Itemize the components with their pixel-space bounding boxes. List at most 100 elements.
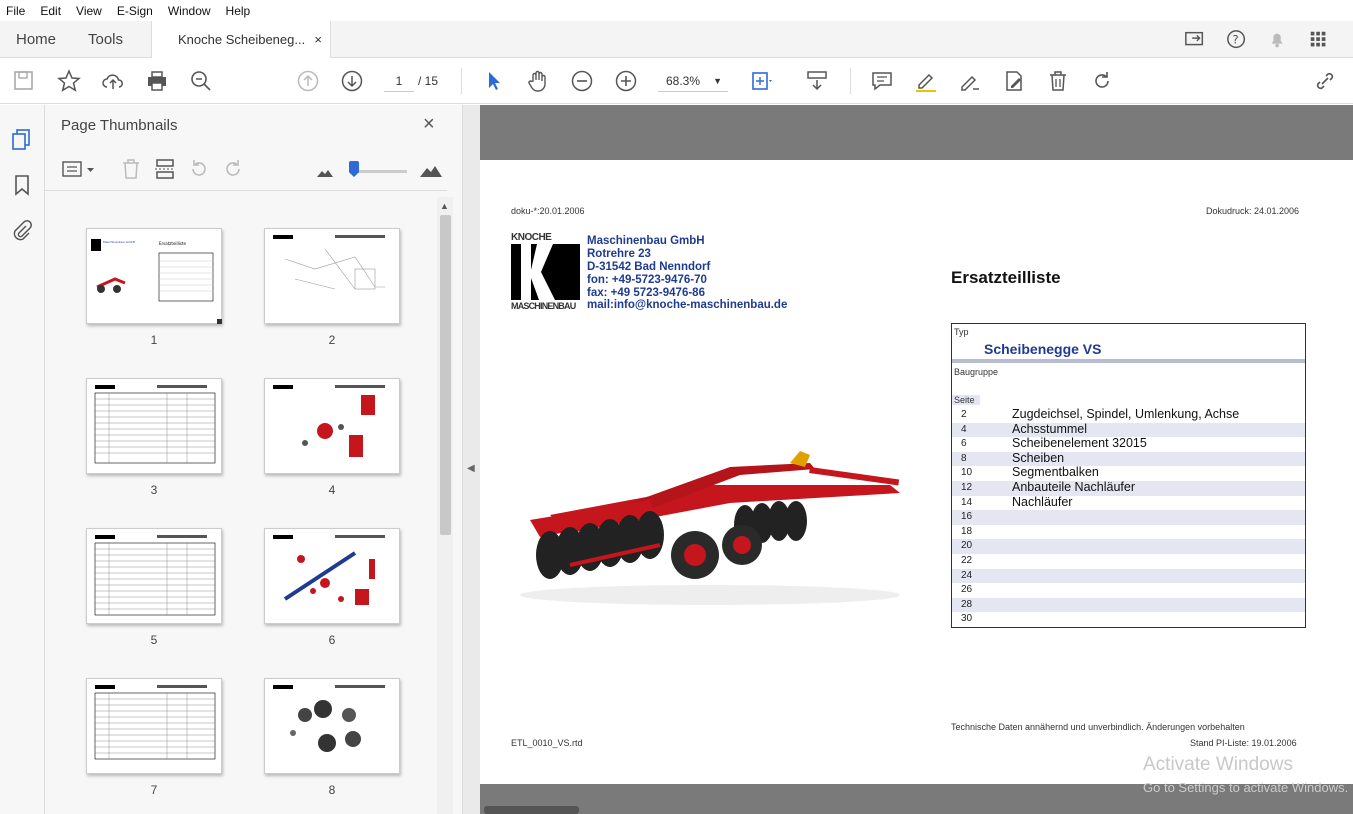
title-rule bbox=[952, 359, 1305, 363]
save-icon[interactable] bbox=[12, 69, 36, 93]
page-thumbnail[interactable] bbox=[86, 528, 222, 624]
table-row: 12 Anbauteile Nachläufer bbox=[952, 480, 1305, 496]
menu-edit[interactable]: Edit bbox=[40, 4, 61, 18]
table-row: 6 Scheibenelement 32015 bbox=[952, 436, 1305, 452]
slider-handle[interactable] bbox=[349, 161, 359, 177]
bookmarks-icon[interactable] bbox=[10, 173, 34, 197]
thumbnail-size-slider[interactable] bbox=[351, 170, 407, 173]
viewer-scrollbar[interactable] bbox=[484, 806, 579, 814]
enlarge-thumbnail-icon[interactable] bbox=[419, 157, 443, 181]
close-tab-icon[interactable]: × bbox=[314, 21, 322, 58]
row-page: 8 bbox=[961, 452, 967, 464]
scroll-up-icon[interactable]: ▲ bbox=[440, 201, 449, 211]
select-cursor-icon[interactable] bbox=[482, 69, 506, 93]
collapse-panel-icon[interactable]: ◀ bbox=[467, 463, 475, 474]
menu-view[interactable]: View bbox=[76, 4, 102, 18]
close-panel-icon[interactable]: × bbox=[423, 113, 435, 136]
extract-page-icon[interactable] bbox=[153, 157, 177, 181]
row-page: 14 bbox=[961, 496, 973, 508]
table-row: 18 bbox=[952, 525, 1305, 540]
page-thumbnail[interactable] bbox=[264, 228, 400, 324]
share-screen-icon[interactable] bbox=[1184, 29, 1206, 51]
thumbnail-label: 1 bbox=[150, 333, 158, 347]
scrollbar-thumb[interactable] bbox=[440, 215, 451, 535]
thumbnail-scrollbar[interactable]: ▲ bbox=[437, 197, 453, 814]
company-name: Maschinenbau GmbH bbox=[587, 235, 705, 247]
panel-title: Page Thumbnails bbox=[61, 117, 178, 134]
delete-page-icon[interactable] bbox=[119, 157, 143, 181]
zoom-in-icon[interactable] bbox=[614, 69, 638, 93]
thumbnail-list: Maschinenbau GmbH Ersatzteilliste 1 2 3 … bbox=[45, 197, 437, 814]
row-page: 30 bbox=[961, 613, 973, 625]
tab-document[interactable]: Knoche Scheibeneg... × bbox=[151, 21, 331, 59]
previous-page-icon[interactable] bbox=[296, 69, 320, 93]
company-mail[interactable]: mail:info@knoche-maschinenbau.de bbox=[587, 299, 787, 312]
fit-page-icon[interactable] bbox=[750, 69, 774, 93]
scroll-mode-icon[interactable] bbox=[805, 69, 829, 93]
page-thumbnail[interactable] bbox=[86, 678, 222, 774]
page-thumbnail[interactable] bbox=[264, 378, 400, 474]
typ-value: Scheibenegge VS bbox=[984, 341, 1102, 357]
zoom-level-select[interactable]: 68.3% ▼ bbox=[658, 70, 728, 92]
edit-pdf-icon[interactable] bbox=[1002, 69, 1026, 93]
rotate-icon[interactable] bbox=[1090, 69, 1114, 93]
table-row: 16 bbox=[952, 510, 1305, 525]
page-thumbnail[interactable] bbox=[86, 378, 222, 474]
menu-file[interactable]: File bbox=[6, 4, 25, 18]
tab-tools[interactable]: Tools bbox=[88, 21, 123, 58]
delete-trash-icon[interactable] bbox=[1046, 69, 1070, 93]
print-date: Dokudruck: 24.01.2006 bbox=[1206, 206, 1300, 216]
chevron-down-icon: ▼ bbox=[713, 76, 722, 86]
zoom-out-icon[interactable] bbox=[570, 69, 594, 93]
disc-harrow-image bbox=[510, 445, 922, 610]
row-name: Nachläufer bbox=[1012, 494, 1073, 509]
rotate-left-icon[interactable] bbox=[187, 157, 211, 181]
file-name: ETL_0010_VS.rtd bbox=[511, 738, 583, 748]
row-page: 2 bbox=[961, 409, 967, 420]
page-thumbnail[interactable]: Maschinenbau GmbH Ersatzteilliste bbox=[86, 228, 222, 324]
page-thumbnail[interactable] bbox=[264, 528, 400, 624]
attachments-paperclip-icon[interactable] bbox=[10, 219, 34, 243]
apps-grid-icon[interactable] bbox=[1308, 29, 1330, 51]
help-icon[interactable]: ? bbox=[1226, 29, 1248, 51]
tab-document-label: Knoche Scheibeneg... bbox=[178, 32, 306, 47]
comment-icon[interactable] bbox=[870, 69, 894, 93]
next-page-icon[interactable] bbox=[340, 69, 364, 93]
print-icon[interactable] bbox=[145, 69, 169, 93]
left-rail bbox=[0, 105, 45, 814]
menu-help[interactable]: Help bbox=[226, 4, 251, 18]
page-number-input[interactable]: 1 bbox=[384, 70, 414, 92]
panel-splitter[interactable]: ◀ bbox=[462, 105, 480, 814]
rotate-right-icon[interactable] bbox=[221, 157, 245, 181]
thumbnail-label: 6 bbox=[328, 633, 336, 647]
row-page: 28 bbox=[961, 598, 973, 610]
highlight-pen-icon[interactable] bbox=[914, 69, 938, 93]
hand-tool-icon[interactable] bbox=[526, 69, 550, 93]
table-row: 28 bbox=[952, 597, 1305, 613]
knoche-logo: KNOCHE MASCHINENBAU bbox=[511, 232, 580, 312]
menu-esign[interactable]: E-Sign bbox=[117, 4, 153, 18]
thumbnail-label: 4 bbox=[328, 483, 336, 497]
table-row: 4 Achsstummel bbox=[952, 422, 1305, 438]
table-row: 2 Zugdeichsel, Spindel, Umlenkung, Achse bbox=[952, 407, 1305, 423]
shrink-thumbnail-icon[interactable] bbox=[313, 157, 337, 181]
notification-bell-icon[interactable] bbox=[1267, 29, 1289, 51]
page-thumbnail[interactable] bbox=[264, 678, 400, 774]
tab-home[interactable]: Home bbox=[16, 21, 56, 58]
thumbnail-options-icon[interactable] bbox=[61, 157, 97, 181]
page-total: / 15 bbox=[418, 74, 439, 88]
draw-icon[interactable] bbox=[958, 69, 982, 93]
share-link-icon[interactable] bbox=[1313, 69, 1337, 93]
activate-windows-hint: Go to Settings to activate Windows. bbox=[1143, 780, 1349, 795]
row-page: 22 bbox=[961, 555, 973, 566]
upload-cloud-icon[interactable] bbox=[101, 69, 125, 93]
page-thumbnails-icon[interactable] bbox=[10, 127, 34, 151]
toolbar-divider bbox=[461, 68, 462, 94]
menu-window[interactable]: Window bbox=[168, 4, 211, 18]
table-row: 10 Segmentbalken bbox=[952, 465, 1305, 481]
zoom-search-icon[interactable] bbox=[189, 69, 213, 93]
pdf-page: doku-*:20.01.2006 Dokudruck: 24.01.2006 … bbox=[480, 160, 1353, 784]
row-page: 24 bbox=[961, 569, 973, 581]
bookmark-star-icon[interactable] bbox=[57, 69, 81, 93]
thumbnail-label: 8 bbox=[328, 783, 336, 797]
